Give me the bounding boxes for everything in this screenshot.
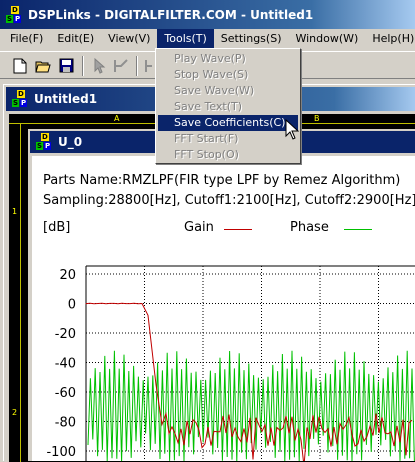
phase-series-line (87, 350, 415, 461)
menu-item-save-wave[interactable]: Save Wave(W) (158, 83, 298, 99)
graph-client: Parts Name:RMZLPF(FIR type LPF by Remez … (32, 156, 415, 461)
dsp-icon: D S P (6, 5, 22, 23)
tools-dropdown: Play Wave(P) Stop Wave(S) Save Wave(W) S… (155, 48, 301, 164)
graph-title: U_0 (58, 135, 83, 149)
menu-item-stop-wave[interactable]: Stop Wave(S) (158, 67, 298, 83)
toolbar-separator (82, 56, 84, 76)
ruler-label-b: B (314, 114, 320, 123)
menu-item-save-coefficients[interactable]: Save Coefficients(C) (158, 115, 298, 131)
mdi-title: Untitled1 (34, 92, 98, 106)
wire-tool-icon[interactable] (111, 56, 131, 75)
menu-file[interactable]: File(F) (3, 29, 50, 48)
ruler-left: 1 2 (9, 124, 21, 462)
graph-window-u0: D S P U_0 Parts Name:RMZLPF(FIR type LPF… (28, 129, 415, 461)
new-file-icon[interactable] (10, 56, 30, 75)
y-tick-label: -100 (46, 445, 76, 460)
mouse-cursor-icon (285, 119, 299, 140)
pointer-icon[interactable] (89, 56, 109, 75)
dsp-icon: D S P (36, 133, 52, 150)
menu-item-fft-start[interactable]: FFT Start(F) (158, 131, 298, 147)
menu-settings[interactable]: Settings(S) (214, 29, 289, 48)
app-title-bar[interactable]: D S P DSPLinks - DIGITALFILTER.COM - Unt… (0, 0, 415, 29)
menu-window[interactable]: Window(W) (288, 29, 365, 48)
y-tick-label: -80 (55, 416, 76, 431)
menu-help[interactable]: Help(H) (365, 29, 415, 48)
menu-item-save-text[interactable]: Save Text(T) (158, 99, 298, 115)
dsp-icon: D S P (12, 90, 28, 107)
y-tick-label: -40 (55, 357, 76, 372)
menu-bar: File(F) Edit(E) View(V) Tools(T) Setting… (0, 29, 415, 48)
menu-item-fft-stop[interactable]: FFT Stop(O) (158, 147, 298, 163)
y-tick-label: -20 (55, 327, 76, 342)
open-folder-icon[interactable] (33, 56, 53, 75)
menu-view[interactable]: View(V) (101, 29, 157, 48)
menu-tools[interactable]: Tools(T) (157, 29, 214, 48)
y-tick-label: 0 (68, 298, 76, 313)
save-disk-icon[interactable] (56, 56, 76, 75)
menu-item-play-wave[interactable]: Play Wave(P) (158, 51, 298, 67)
response-chart: 20 0 -20 -40 -60 -80 -100 (46, 265, 415, 461)
y-tick-label: 20 (59, 268, 76, 283)
menu-edit[interactable]: Edit(E) (50, 29, 101, 48)
y-tick-label: -60 (55, 386, 76, 401)
ruler-label-1: 1 (12, 207, 18, 216)
ruler-label-a: A (114, 114, 120, 123)
app-title: DSPLinks - DIGITALFILTER.COM - Untitled1 (28, 7, 314, 22)
ruler-label-2: 2 (12, 408, 18, 417)
toolbar-separator (136, 56, 138, 76)
